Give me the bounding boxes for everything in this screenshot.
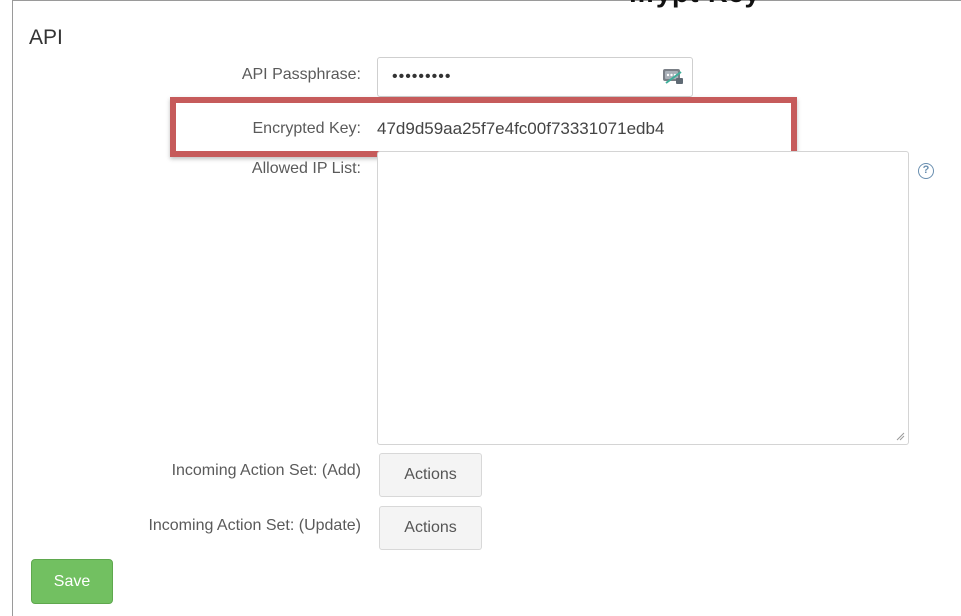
passphrase-label: API Passphrase: [241, 66, 361, 83]
save-button[interactable]: Save [31, 559, 113, 604]
incoming-action-add-label: Incoming Action Set: (Add) [171, 462, 361, 479]
clipped-header-text: …ypt Key [628, 0, 761, 9]
passphrase-input[interactable]: ••••••••• [377, 57, 693, 97]
help-icon[interactable]: ? [918, 163, 934, 179]
password-manager-icon[interactable] [662, 66, 684, 86]
incoming-action-update-label: Incoming Action Set: (Update) [148, 517, 361, 534]
allowed-ip-label: Allowed IP List: [251, 160, 361, 177]
window-frame-left [12, 0, 13, 616]
encrypted-key-label: Encrypted Key: [252, 120, 362, 137]
actions-add-button[interactable]: Actions [379, 453, 482, 497]
encrypted-key-value: 47d9d59aa25f7e4fc00f73331071edb4 [377, 119, 665, 138]
window-frame-top [12, 0, 961, 10]
actions-update-button[interactable]: Actions [379, 506, 482, 550]
textarea-resize-icon[interactable] [895, 431, 905, 441]
section-title: API [29, 26, 63, 49]
allowed-ip-textarea[interactable] [377, 151, 909, 445]
